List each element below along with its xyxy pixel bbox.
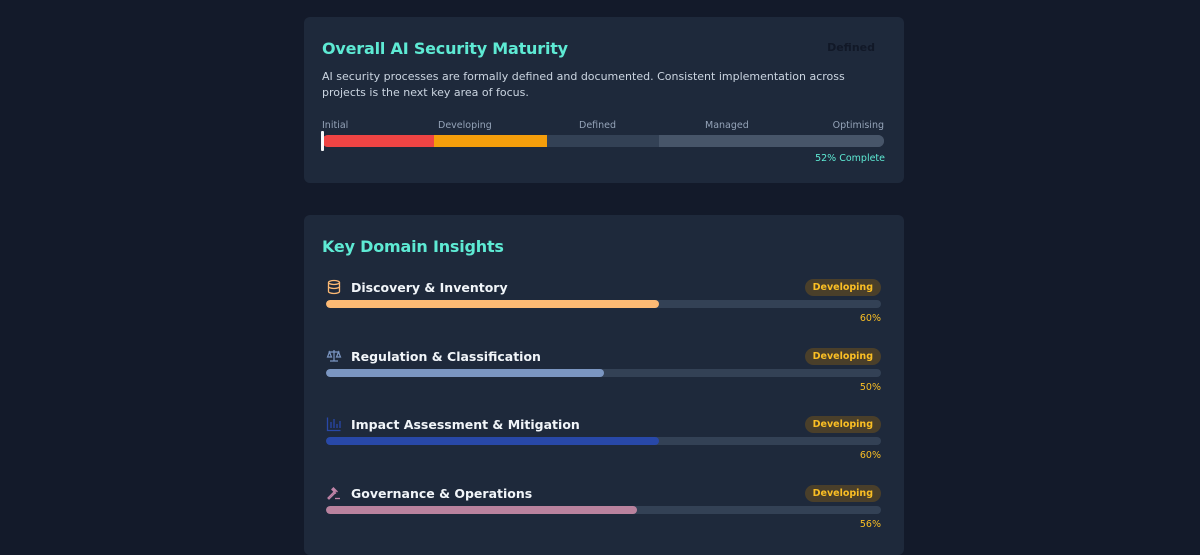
stage-segment-defined xyxy=(546,135,660,147)
stage-label-initial: Initial xyxy=(322,120,349,131)
stage-label-optimising: Optimising xyxy=(832,120,884,131)
domain-row-impact-assessment-mitigation: Impact Assessment & Mitigation Developin… xyxy=(326,416,881,462)
database-icon xyxy=(326,279,342,295)
maturity-title: Overall AI Security Maturity xyxy=(322,39,568,58)
domain-status-badge: Developing xyxy=(804,279,881,296)
domain-row-discovery-inventory: Discovery & Inventory Developing 60% xyxy=(326,279,881,325)
domain-percent: 60% xyxy=(859,313,881,324)
domain-name: Regulation & Classification xyxy=(351,349,541,364)
domain-status-badge: Developing xyxy=(804,348,881,365)
domain-progress-track xyxy=(326,369,881,377)
bar-chart-icon xyxy=(326,416,342,432)
domain-row-regulation-classification: Regulation & Classification Developing 5… xyxy=(326,348,881,394)
stage-segment-remaining xyxy=(659,135,884,147)
stage-segment-initial xyxy=(322,135,435,147)
maturity-progress-bar xyxy=(322,135,884,147)
stage-label-developing: Developing xyxy=(438,120,492,131)
stage-segment-developing xyxy=(434,135,547,147)
stage-label-managed: Managed xyxy=(705,120,749,131)
domain-progress-track xyxy=(326,506,881,514)
gavel-icon xyxy=(326,485,342,501)
domain-name: Impact Assessment & Mitigation xyxy=(351,417,580,432)
maturity-description: AI security processes are formally defin… xyxy=(322,70,845,99)
domain-progress-track xyxy=(326,437,881,445)
domain-percent: 50% xyxy=(859,382,881,393)
domain-status-badge: Developing xyxy=(804,485,881,502)
complete-label: 52% Complete xyxy=(815,153,885,164)
maturity-level-badge: Defined xyxy=(827,41,875,54)
domain-name: Discovery & Inventory xyxy=(351,280,508,295)
domain-progress-fill xyxy=(326,437,659,445)
progress-start-marker xyxy=(321,131,324,151)
insights-card: Key Domain Insights Discovery & Inventor… xyxy=(304,215,904,555)
domain-progress-fill xyxy=(326,369,604,377)
domain-percent: 56% xyxy=(859,519,881,530)
insights-title: Key Domain Insights xyxy=(322,237,504,256)
stage-labels: Initial Developing Defined Managed Optim… xyxy=(322,120,884,134)
scale-icon xyxy=(326,348,342,364)
maturity-card: Overall AI Security Maturity Defined AI … xyxy=(304,17,904,183)
stage-label-defined: Defined xyxy=(579,120,617,131)
domain-progress-fill xyxy=(326,300,659,308)
domain-progress-track xyxy=(326,300,881,308)
domain-name: Governance & Operations xyxy=(351,486,533,501)
domain-percent: 60% xyxy=(859,450,881,461)
domain-row-governance-operations: Governance & Operations Developing 56% xyxy=(326,485,881,531)
domain-progress-fill xyxy=(326,506,637,514)
domain-status-badge: Developing xyxy=(804,416,881,433)
